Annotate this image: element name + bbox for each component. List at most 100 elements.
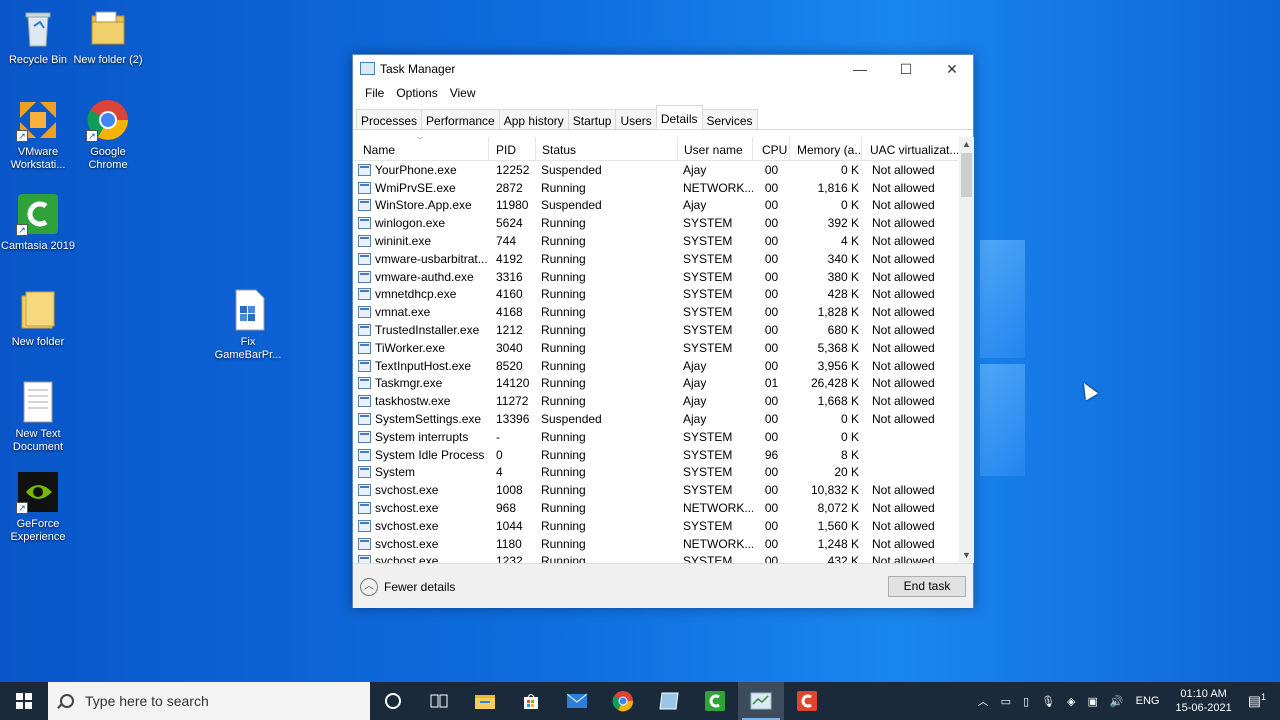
taskbar: Type here to search ︿ ▭ ▯ 🎙 ◈ ▣ 🔊 ENG 01…: [0, 682, 1280, 720]
cell-cpu: 00: [764, 198, 779, 213]
cell-name: svchost.exe: [354, 519, 489, 533]
process-icon: [358, 395, 371, 408]
desktop-icon-geforce-experience[interactable]: ↗ GeForce Experience: [0, 470, 76, 544]
desktop-icon-new-text-document[interactable]: New Text Document: [0, 380, 76, 454]
column-header-uac-virtualization[interactable]: UAC virtualizat...: [862, 137, 958, 160]
desktop-icon-recycle-bin[interactable]: Recycle Bin: [0, 6, 76, 67]
cell-user-name: NETWORK...: [683, 180, 753, 195]
scroll-up-icon[interactable]: ▲: [959, 137, 974, 152]
tab-app-history[interactable]: App history: [498, 109, 569, 129]
geforce-icon: ↗: [16, 470, 60, 514]
vertical-scrollbar[interactable]: ▲ ▼: [959, 137, 974, 563]
column-header-memory[interactable]: Memory (a...: [790, 137, 862, 160]
cell-name: WinStore.App.exe: [354, 198, 489, 212]
tab-details[interactable]: Details: [655, 105, 703, 129]
cell-pid: 1232: [496, 554, 523, 563]
maximize-button[interactable]: ☐: [883, 55, 929, 83]
security-icon[interactable]: ◈: [1067, 695, 1075, 708]
table-row[interactable]: svchost.exe 968 Running NETWORK... 00 8,072 K…: [354, 499, 958, 517]
tab-performance[interactable]: Performance: [421, 109, 500, 129]
column-header-status[interactable]: Status: [536, 137, 678, 160]
scroll-thumb[interactable]: [961, 153, 972, 197]
table-row[interactable]: vmnat.exe 4168 Running SYSTEM 00 1,828 K Not a…: [354, 303, 958, 321]
volume-icon[interactable]: 🔊: [1110, 695, 1124, 708]
taskbar-camtasia-recorder[interactable]: [784, 682, 830, 720]
table-row[interactable]: svchost.exe 1180 Running NETWORK... 00 1,248 …: [354, 535, 958, 553]
table-row[interactable]: Taskmgr.exe 14120 Running Ajay 01 26,428 K Not…: [354, 375, 958, 393]
desktop-icon-camtasia[interactable]: ↗ Camtasia 2019: [0, 192, 76, 253]
process-icon: [358, 288, 371, 301]
desktop-icon-new-folder[interactable]: New folder: [0, 288, 76, 349]
process-name: WinStore.App.exe: [375, 198, 472, 213]
task-view-button[interactable]: [416, 682, 462, 720]
table-row[interactable]: TrustedInstaller.exe 1212 Running SYSTEM 00 6…: [354, 321, 958, 339]
microphone-icon[interactable]: 🎙: [1041, 695, 1055, 708]
taskbar-chrome[interactable]: [600, 682, 646, 720]
table-row[interactable]: vmware-authd.exe 3316 Running SYSTEM 00 380 K…: [354, 268, 958, 286]
tab-users[interactable]: Users: [615, 109, 657, 129]
footer-bar: ︿ Fewer details End task: [353, 563, 973, 608]
usb-icon[interactable]: ▯: [1023, 695, 1029, 708]
show-hidden-icons-icon[interactable]: ︿: [978, 693, 989, 709]
tab-processes[interactable]: Processes: [356, 109, 423, 129]
column-header-pid[interactable]: PID: [489, 137, 536, 160]
taskbar-mail[interactable]: [554, 682, 600, 720]
title-bar[interactable]: Task Manager — ☐ ✕: [353, 55, 973, 83]
menu-options[interactable]: Options: [390, 83, 443, 103]
end-task-button[interactable]: End task: [888, 576, 966, 597]
cell-status: Running: [541, 447, 586, 462]
column-header-user-name[interactable]: User name: [678, 137, 753, 160]
network-icon[interactable]: ▣: [1088, 695, 1098, 708]
menu-view[interactable]: View: [444, 83, 482, 103]
column-header-cpu[interactable]: CPU: [753, 137, 790, 160]
taskbar-camtasia[interactable]: [692, 682, 738, 720]
close-button[interactable]: ✕: [929, 55, 975, 83]
table-row[interactable]: svchost.exe 1008 Running SYSTEM 00 10,832 K No…: [354, 481, 958, 499]
tab-services[interactable]: Services: [701, 109, 758, 129]
table-row[interactable]: svchost.exe 1232 Running SYSTEM 00 432 K Not a…: [354, 553, 958, 563]
cortana-button[interactable]: [370, 682, 416, 720]
taskbar-task-manager[interactable]: [738, 682, 784, 720]
scroll-down-icon[interactable]: ▼: [959, 548, 974, 563]
language-indicator[interactable]: ENG: [1136, 695, 1160, 707]
desktop-icon-fix-gamebar[interactable]: Fix GameBarPr...: [210, 288, 286, 362]
table-row[interactable]: TiWorker.exe 3040 Running SYSTEM 00 5,368 K No…: [354, 339, 958, 357]
start-button[interactable]: [0, 682, 48, 720]
menu-bar: File Options View: [353, 83, 973, 103]
table-row[interactable]: vmnetdhcp.exe 4160 Running SYSTEM 00 428 K Not…: [354, 286, 958, 304]
cell-user-name: SYSTEM: [683, 465, 733, 480]
table-row[interactable]: WmiPrvSE.exe 2872 Running NETWORK... 00 1,816…: [354, 179, 958, 197]
taskbar-vmware[interactable]: [646, 682, 692, 720]
minimize-button[interactable]: —: [837, 55, 883, 83]
store-icon: [524, 694, 538, 709]
taskbar-microsoft-store[interactable]: [508, 682, 554, 720]
table-row[interactable]: System 4 Running SYSTEM 00 20 K: [354, 464, 958, 482]
desktop-icon-new-folder-2[interactable]: New folder (2): [70, 6, 146, 67]
table-row[interactable]: taskhostw.exe 11272 Running Ajay 00 1,668 K No…: [354, 392, 958, 410]
chrome-icon: ↗: [86, 98, 130, 142]
table-row[interactable]: WinStore.App.exe 11980 Suspended Ajay 00 0 K N…: [354, 197, 958, 215]
fewer-details-link[interactable]: ︿ Fewer details: [360, 578, 455, 596]
process-icon: [358, 448, 371, 461]
table-row[interactable]: winlogon.exe 5624 Running SYSTEM 00 392 K Not …: [354, 214, 958, 232]
table-row[interactable]: YourPhone.exe 12252 Suspended Ajay 00 0 K Not …: [354, 161, 958, 179]
clock[interactable]: 01:10 AM 15-06-2021: [1175, 687, 1231, 715]
taskbar-file-explorer[interactable]: [462, 682, 508, 720]
process-icon: [358, 341, 371, 354]
menu-file[interactable]: File: [359, 83, 390, 103]
table-row[interactable]: vmware-usbarbitrat... 4192 Running SYSTEM 00…: [354, 250, 958, 268]
table-row[interactable]: SystemSettings.exe 13396 Suspended Ajay 00 0 …: [354, 410, 958, 428]
desktop-icon-google-chrome[interactable]: ↗ Google Chrome: [70, 98, 146, 172]
desktop-icon-vmware[interactable]: ↗ VMware Workstati...: [0, 98, 76, 172]
table-row[interactable]: svchost.exe 1044 Running SYSTEM 00 1,560 K Not…: [354, 517, 958, 535]
cell-uac-virtualization: Not allowed: [872, 554, 935, 563]
tablet-icon[interactable]: ▭: [1001, 695, 1011, 708]
tab-startup[interactable]: Startup: [567, 109, 617, 129]
table-row[interactable]: System interrupts - Running SYSTEM 00 0 K: [354, 428, 958, 446]
table-row[interactable]: wininit.exe 744 Running SYSTEM 00 4 K Not allo…: [354, 232, 958, 250]
table-row[interactable]: TextInputHost.exe 8520 Running Ajay 00 3,956 …: [354, 357, 958, 375]
taskbar-search-box[interactable]: Type here to search: [48, 682, 370, 720]
table-row[interactable]: System Idle Process 0 Running SYSTEM 96 8 K: [354, 446, 958, 464]
cell-uac-virtualization: Not allowed: [872, 536, 935, 551]
notification-center-icon[interactable]: ▤1: [1248, 692, 1266, 710]
